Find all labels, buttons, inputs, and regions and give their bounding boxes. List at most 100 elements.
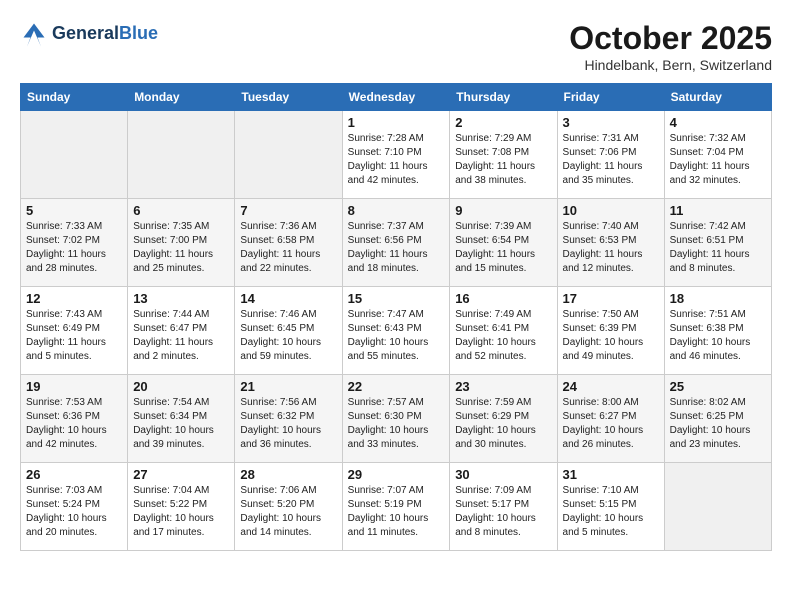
day-number: 29 xyxy=(348,467,445,482)
week-row-3: 12Sunrise: 7:43 AMSunset: 6:49 PMDayligh… xyxy=(21,287,772,375)
day-number: 15 xyxy=(348,291,445,306)
logo-text: GeneralBlue xyxy=(52,24,158,44)
day-info: Sunrise: 7:53 AMSunset: 6:36 PMDaylight:… xyxy=(26,396,122,452)
day-info: Sunrise: 8:00 AMSunset: 6:27 PMDaylight:… xyxy=(563,396,659,452)
calendar-cell: 8 Sunrise: 7:37 AMSunset: 6:56 PMDaylight… xyxy=(342,199,450,287)
day-info: Sunrise: 7:40 AMSunset: 6:53 PMDaylight:… xyxy=(563,220,659,276)
calendar-cell: 20Sunrise: 7:54 AMSunset: 6:34 PMDayligh… xyxy=(128,375,235,463)
logo-icon xyxy=(20,20,48,48)
day-number: 2 xyxy=(455,115,551,130)
location: Hindelbank, Bern, Switzerland xyxy=(569,57,772,73)
day-number: 3 xyxy=(563,115,659,130)
day-info: Sunrise: 7:46 AMSunset: 6:45 PMDaylight:… xyxy=(240,308,336,364)
calendar-cell: 3 Sunrise: 7:31 AMSunset: 7:06 PMDaylight… xyxy=(557,111,664,199)
day-info: Sunrise: 7:57 AMSunset: 6:30 PMDaylight:… xyxy=(348,396,445,452)
day-number: 1 xyxy=(348,115,445,130)
weekday-thursday: Thursday xyxy=(450,84,557,111)
day-info: Sunrise: 7:03 AMSunset: 5:24 PMDaylight:… xyxy=(26,484,122,540)
day-info: Sunrise: 7:59 AMSunset: 6:29 PMDaylight:… xyxy=(455,396,551,452)
calendar-cell: 24 Sunrise: 8:00 AMSunset: 6:27 PMDayligh… xyxy=(557,375,664,463)
day-info: Sunrise: 7:49 AMSunset: 6:41 PMDaylight:… xyxy=(455,308,551,364)
calendar-cell: 7Sunrise: 7:36 AMSunset: 6:58 PMDaylight… xyxy=(235,199,342,287)
calendar-cell: 19 Sunrise: 7:53 AMSunset: 6:36 PMDayligh… xyxy=(21,375,128,463)
day-number: 19 xyxy=(26,379,122,394)
week-row-1: 1 Sunrise: 7:28 AMSunset: 7:10 PMDaylight… xyxy=(21,111,772,199)
day-number: 31 xyxy=(563,467,659,482)
week-row-5: 26 Sunrise: 7:03 AMSunset: 5:24 PMDayligh… xyxy=(21,463,772,551)
day-info: Sunrise: 7:33 AMSunset: 7:02 PMDaylight:… xyxy=(26,220,122,276)
weekday-header-row: SundayMondayTuesdayWednesdayThursdayFrid… xyxy=(21,84,772,111)
day-info: Sunrise: 7:56 AMSunset: 6:32 PMDaylight:… xyxy=(240,396,336,452)
calendar-body: 1 Sunrise: 7:28 AMSunset: 7:10 PMDaylight… xyxy=(21,111,772,551)
day-number: 27 xyxy=(133,467,229,482)
day-number: 14 xyxy=(240,291,336,306)
day-info: Sunrise: 7:31 AMSunset: 7:06 PMDaylight:… xyxy=(563,132,659,188)
calendar-cell xyxy=(128,111,235,199)
day-info: Sunrise: 7:32 AMSunset: 7:04 PMDaylight:… xyxy=(670,132,766,188)
calendar-cell: 15 Sunrise: 7:47 AMSunset: 6:43 PMDayligh… xyxy=(342,287,450,375)
day-info: Sunrise: 8:02 AMSunset: 6:25 PMDaylight:… xyxy=(670,396,766,452)
month-year: October 2025 xyxy=(569,20,772,57)
calendar-cell xyxy=(235,111,342,199)
day-info: Sunrise: 7:47 AMSunset: 6:43 PMDaylight:… xyxy=(348,308,445,364)
day-number: 30 xyxy=(455,467,551,482)
calendar-cell: 16 Sunrise: 7:49 AMSunset: 6:41 PMDayligh… xyxy=(450,287,557,375)
day-info: Sunrise: 7:50 AMSunset: 6:39 PMDaylight:… xyxy=(563,308,659,364)
day-number: 8 xyxy=(348,203,445,218)
day-number: 11 xyxy=(670,203,766,218)
week-row-4: 19 Sunrise: 7:53 AMSunset: 6:36 PMDayligh… xyxy=(21,375,772,463)
calendar-cell xyxy=(664,463,771,551)
day-number: 20 xyxy=(133,379,229,394)
day-info: Sunrise: 7:44 AMSunset: 6:47 PMDaylight:… xyxy=(133,308,229,364)
weekday-saturday: Saturday xyxy=(664,84,771,111)
day-number: 24 xyxy=(563,379,659,394)
calendar-cell: 31 Sunrise: 7:10 AMSunset: 5:15 PMDayligh… xyxy=(557,463,664,551)
calendar-cell: 25 Sunrise: 8:02 AMSunset: 6:25 PMDayligh… xyxy=(664,375,771,463)
day-number: 25 xyxy=(670,379,766,394)
calendar-cell: 10 Sunrise: 7:40 AMSunset: 6:53 PMDayligh… xyxy=(557,199,664,287)
day-info: Sunrise: 7:04 AMSunset: 5:22 PMDaylight:… xyxy=(133,484,229,540)
calendar-cell: 11 Sunrise: 7:42 AMSunset: 6:51 PMDayligh… xyxy=(664,199,771,287)
day-number: 18 xyxy=(670,291,766,306)
day-number: 6 xyxy=(133,203,229,218)
calendar-cell: 6 Sunrise: 7:35 AMSunset: 7:00 PMDaylight… xyxy=(128,199,235,287)
calendar-cell: 9Sunrise: 7:39 AMSunset: 6:54 PMDaylight… xyxy=(450,199,557,287)
calendar-cell: 29Sunrise: 7:07 AMSunset: 5:19 PMDayligh… xyxy=(342,463,450,551)
day-info: Sunrise: 7:09 AMSunset: 5:17 PMDaylight:… xyxy=(455,484,551,540)
day-number: 16 xyxy=(455,291,551,306)
page-header: GeneralBlue October 2025 Hindelbank, Ber… xyxy=(20,20,772,73)
day-info: Sunrise: 7:06 AMSunset: 5:20 PMDaylight:… xyxy=(240,484,336,540)
day-info: Sunrise: 7:42 AMSunset: 6:51 PMDaylight:… xyxy=(670,220,766,276)
day-number: 4 xyxy=(670,115,766,130)
weekday-sunday: Sunday xyxy=(21,84,128,111)
calendar-cell: 28 Sunrise: 7:06 AMSunset: 5:20 PMDayligh… xyxy=(235,463,342,551)
day-number: 22 xyxy=(348,379,445,394)
weekday-wednesday: Wednesday xyxy=(342,84,450,111)
day-info: Sunrise: 7:28 AMSunset: 7:10 PMDaylight:… xyxy=(348,132,445,188)
day-info: Sunrise: 7:35 AMSunset: 7:00 PMDaylight:… xyxy=(133,220,229,276)
day-number: 10 xyxy=(563,203,659,218)
calendar-cell: 21 Sunrise: 7:56 AMSunset: 6:32 PMDayligh… xyxy=(235,375,342,463)
calendar-cell: 26 Sunrise: 7:03 AMSunset: 5:24 PMDayligh… xyxy=(21,463,128,551)
day-number: 26 xyxy=(26,467,122,482)
day-info: Sunrise: 7:36 AMSunset: 6:58 PMDaylight:… xyxy=(240,220,336,276)
weekday-monday: Monday xyxy=(128,84,235,111)
day-number: 23 xyxy=(455,379,551,394)
calendar-cell: 30 Sunrise: 7:09 AMSunset: 5:17 PMDayligh… xyxy=(450,463,557,551)
day-number: 21 xyxy=(240,379,336,394)
calendar-cell: 2 Sunrise: 7:29 AMSunset: 7:08 PMDaylight… xyxy=(450,111,557,199)
day-number: 5 xyxy=(26,203,122,218)
calendar-cell: 22 Sunrise: 7:57 AMSunset: 6:30 PMDayligh… xyxy=(342,375,450,463)
day-info: Sunrise: 7:10 AMSunset: 5:15 PMDaylight:… xyxy=(563,484,659,540)
day-info: Sunrise: 7:43 AMSunset: 6:49 PMDaylight:… xyxy=(26,308,122,364)
calendar-cell: 17Sunrise: 7:50 AMSunset: 6:39 PMDayligh… xyxy=(557,287,664,375)
weekday-friday: Friday xyxy=(557,84,664,111)
calendar-cell: 13Sunrise: 7:44 AMSunset: 6:47 PMDayligh… xyxy=(128,287,235,375)
calendar-table: SundayMondayTuesdayWednesdayThursdayFrid… xyxy=(20,83,772,551)
calendar-cell xyxy=(21,111,128,199)
day-info: Sunrise: 7:37 AMSunset: 6:56 PMDaylight:… xyxy=(348,220,445,276)
day-info: Sunrise: 7:51 AMSunset: 6:38 PMDaylight:… xyxy=(670,308,766,364)
logo: GeneralBlue xyxy=(20,20,158,48)
day-number: 28 xyxy=(240,467,336,482)
day-info: Sunrise: 7:29 AMSunset: 7:08 PMDaylight:… xyxy=(455,132,551,188)
